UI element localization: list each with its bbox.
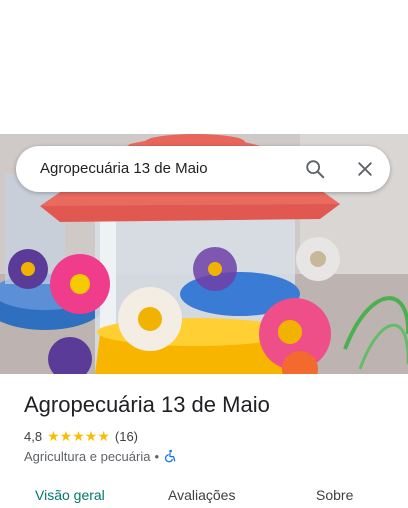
search-input[interactable]: Agropecuária 13 de Maio: [40, 160, 208, 177]
star-icon: ★: [59, 428, 73, 444]
clear-search-button[interactable]: [351, 155, 379, 183]
rating-row[interactable]: 4,8 ★ ★ ★ ★ ★ (16): [24, 427, 138, 445]
wheelchair-icon: [163, 449, 177, 463]
separator-dot: •: [154, 448, 160, 464]
star-icon: ★: [97, 428, 110, 444]
place-tabs: Visão geral Avaliações Sobre: [0, 478, 408, 508]
place-category[interactable]: Agricultura e pecuária: [24, 449, 150, 464]
place-title: Agropecuária 13 de Maio: [24, 392, 270, 417]
tab-reviews[interactable]: Avaliações: [168, 487, 235, 503]
category-row: Agricultura e pecuária •: [24, 447, 177, 465]
rating-value: 4,8: [24, 428, 43, 444]
rating-stars: ★ ★ ★ ★ ★: [47, 429, 110, 443]
search-button[interactable]: [301, 155, 329, 183]
star-icon: ★: [84, 428, 98, 444]
blank-area: [0, 0, 408, 134]
star-icon: ★: [72, 428, 85, 444]
close-icon: [358, 162, 372, 176]
search-bar[interactable]: Agropecuária 13 de Maio: [16, 146, 390, 192]
review-count[interactable]: (16): [115, 429, 138, 444]
tab-overview[interactable]: Visão geral: [35, 487, 105, 503]
tab-about[interactable]: Sobre: [316, 487, 353, 503]
search-icon: [306, 160, 325, 179]
star-icon: ★: [47, 428, 60, 444]
